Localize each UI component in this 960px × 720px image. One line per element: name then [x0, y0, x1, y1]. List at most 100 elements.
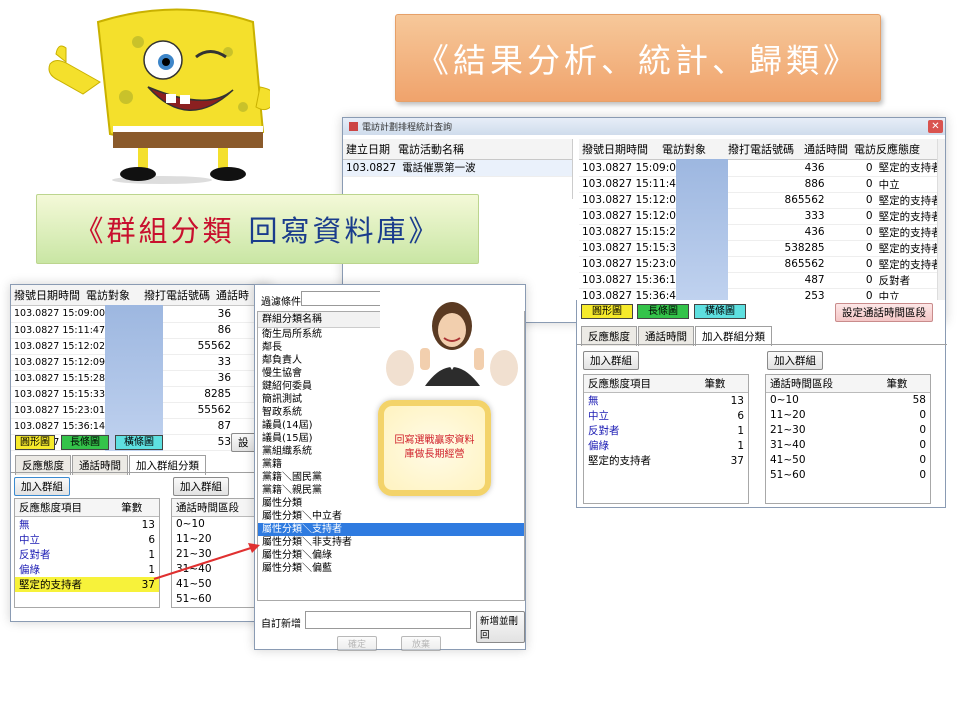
tab-attitude[interactable]: 反應態度: [581, 326, 637, 346]
set-interval-button[interactable]: 設定通話時間區段: [835, 303, 933, 322]
table-row[interactable]: 103.0827 15:11:47陳8860中立: [579, 176, 945, 193]
interval-count: 0: [919, 409, 926, 421]
table-row[interactable]: 無 13: [15, 517, 159, 533]
attitude-col-count[interactable]: 筆數: [117, 499, 159, 517]
interval-col-range[interactable]: 通話時間區段: [766, 375, 883, 393]
cell-attitude: 反對者: [875, 272, 945, 289]
privacy-mask: [676, 159, 728, 301]
list-item[interactable]: 屬性分類＼偏藍: [258, 562, 524, 575]
table-row[interactable]: 103.0827 電話催票第一波: [343, 160, 572, 177]
table-row[interactable]: 103.0827 15:23:01陳8655620堅定的支持者: [579, 256, 945, 273]
table-row[interactable]: 反對者 1: [584, 423, 748, 438]
cell-phone: 8285: [166, 386, 235, 403]
hbar-chart-button[interactable]: 橫條圖: [115, 435, 163, 450]
table-row[interactable]: 103.0827 15:15:28陳4360堅定的支持者: [579, 224, 945, 241]
hbar-chart-button[interactable]: 橫條圖: [694, 304, 746, 319]
red-arrow-icon: [153, 543, 260, 580]
table-row[interactable]: 103.0827 15:12:02陳8655620堅定的支持者: [579, 192, 945, 209]
attitude-panel: 反應態度項目 筆數 無 13 中立 6 反對者 1 偏綠 1 堅定的支持者 37: [583, 374, 749, 504]
col-phone[interactable]: 撥打電話號碼: [141, 285, 213, 306]
table-row[interactable]: 堅定的支持者 37: [584, 453, 748, 468]
cell-time: 103.0827 15:09:00: [579, 160, 686, 177]
filter-label: 過濾條件: [261, 297, 301, 308]
set-interval-button[interactable]: 設: [231, 433, 256, 452]
cell-phone: 36: [166, 370, 235, 387]
cell-duration: 0: [827, 176, 876, 193]
cancel-button[interactable]: 放棄: [401, 636, 442, 651]
table-row[interactable]: 偏綠 1: [15, 562, 159, 577]
cell-phone: 53: [166, 434, 235, 451]
table-row[interactable]: 中立 6: [15, 532, 159, 547]
tab-group-classify[interactable]: 加入群組分類: [695, 326, 772, 346]
campaign-col-date[interactable]: 建立日期: [343, 139, 395, 160]
cell-time: 103.0827 15:11:47: [579, 176, 686, 193]
table-row[interactable]: 51~60 0: [766, 468, 930, 483]
add-return-button[interactable]: 新增並刪回: [476, 611, 525, 643]
table-row[interactable]: 11~20 0: [766, 408, 930, 423]
cell-time: 103.0827 15:12:02: [579, 192, 686, 209]
add-group-button-2[interactable]: 加入群組: [173, 477, 229, 496]
attitude-item: 堅定的支持者: [588, 455, 651, 467]
interval-panel: 通話時間區段 筆數 0~10 58 11~20 0 21~30 0 31~40 0 41~…: [765, 374, 931, 504]
table-row[interactable]: 103.0827 15:09:00陳4360堅定的支持者: [579, 160, 945, 177]
table-row[interactable]: 31~40 0: [766, 438, 930, 453]
attitude-col-item[interactable]: 反應態度項目: [584, 375, 701, 393]
cell-duration: 0: [827, 208, 876, 225]
pie-chart-button[interactable]: 圓形圖: [581, 304, 633, 319]
attitude-col-item[interactable]: 反應態度項目: [15, 499, 118, 517]
table-row[interactable]: 反對者 1: [15, 547, 159, 562]
cell-duration: 0: [827, 272, 876, 289]
list-item[interactable]: 屬性分類: [258, 497, 524, 510]
cell-time: 103.0827 15:09:00: [11, 306, 109, 323]
col-duration[interactable]: 通話時間: [801, 139, 851, 160]
tab-divider: [577, 344, 947, 345]
window-title: 電訪計劃排程統計查詢: [362, 123, 453, 133]
col-dial-time[interactable]: 撥號日期時間: [579, 139, 659, 160]
table-row[interactable]: 偏綠 1: [584, 438, 748, 453]
custom-add-input[interactable]: [305, 611, 471, 629]
table-row[interactable]: 堅定的支持者 37: [15, 577, 159, 592]
attitude-item: 中立: [588, 410, 609, 422]
table-row[interactable]: 103.0827 15:36:14陳4870反對者: [579, 272, 945, 289]
table-row[interactable]: 103.0827 15:12:09陳3330堅定的支持者: [579, 208, 945, 225]
confirm-button[interactable]: 確定: [337, 636, 378, 651]
cell-phone: 436: [751, 224, 828, 241]
list-item[interactable]: 屬性分類＼中立者: [258, 510, 524, 523]
table-row[interactable]: 41~50 0: [766, 453, 930, 468]
interval-col-count[interactable]: 筆數: [882, 375, 930, 393]
bar-chart-button[interactable]: 長條圖: [637, 304, 689, 319]
attitude-count: 6: [737, 409, 744, 422]
col-attitude[interactable]: 電訪反應態度: [851, 139, 945, 160]
filter-input[interactable]: [301, 291, 389, 306]
add-group-button[interactable]: 加入群組: [583, 351, 639, 370]
scrollbar[interactable]: [937, 139, 945, 301]
table-row[interactable]: 中立 6: [584, 408, 748, 423]
table-row[interactable]: 103.0827 15:15:33陳5382850堅定的支持者: [579, 240, 945, 257]
add-group-button[interactable]: 加入群組: [14, 477, 70, 496]
add-group-button-2[interactable]: 加入群組: [767, 351, 823, 370]
table-row[interactable]: 21~30 0: [766, 423, 930, 438]
col-dial-time[interactable]: 撥號日期時間: [11, 285, 83, 306]
col-target[interactable]: 電訪對象: [83, 285, 141, 306]
sponge-cartoon-icon: [48, 8, 270, 184]
close-icon[interactable]: ✕: [928, 120, 943, 133]
title-banner: 《結果分析、統計、歸類》: [395, 14, 881, 102]
campaign-col-name[interactable]: 電訪活動名稱: [395, 139, 572, 160]
col-phone[interactable]: 撥打電話號碼: [725, 139, 801, 160]
cell-time: 103.0827 15:15:33: [11, 386, 109, 403]
table-row[interactable]: 0~10 58: [766, 393, 930, 408]
list-item[interactable]: 屬性分類＼非支持者: [258, 536, 524, 549]
tab-duration[interactable]: 通話時間: [638, 326, 694, 346]
interval-range: 0~10: [770, 394, 799, 407]
table-row[interactable]: 無 13: [584, 393, 748, 409]
cell-attitude: 堅定的支持者: [875, 160, 945, 177]
pie-chart-button[interactable]: 圓形圖: [15, 435, 55, 450]
bar-chart-button[interactable]: 長條圖: [61, 435, 109, 450]
attitude-col-count[interactable]: 筆數: [700, 375, 748, 393]
cell-attitude: 堅定的支持者: [875, 192, 945, 209]
list-item-selected[interactable]: 屬性分類＼支持者: [258, 523, 524, 536]
cell-phone: 436: [751, 160, 828, 177]
list-item[interactable]: 屬性分類＼偏綠: [258, 549, 524, 562]
col-target[interactable]: 電訪對象: [659, 139, 725, 160]
call-log-table: 撥號日期時間 電訪對象 撥打電話號碼 通話時間 電訪反應態度 103.0827 …: [579, 139, 945, 305]
